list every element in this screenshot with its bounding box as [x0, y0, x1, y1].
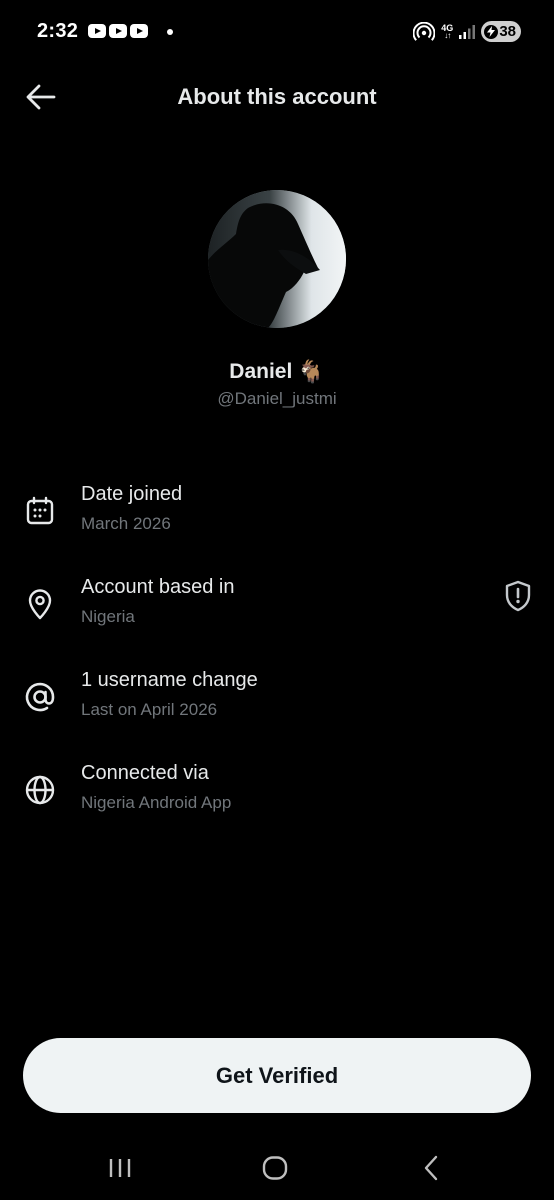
status-indicators: 4G ↓↑ 38 — [413, 21, 521, 42]
data-arrows-icon: ↓↑ — [444, 30, 451, 40]
avatar-silhouette — [208, 190, 346, 328]
network-type: 4G ↓↑ — [441, 23, 453, 40]
goat-emoji-icon: 🐐 — [297, 359, 325, 384]
info-item-account-location: Account based in Nigeria — [0, 569, 554, 662]
header: About this account — [0, 66, 554, 128]
page-title: About this account — [177, 84, 377, 109]
info-subtitle: Last on April 2026 — [81, 700, 218, 719]
shield-alert-icon[interactable] — [502, 579, 534, 613]
battery-level: 38 — [499, 23, 516, 40]
location-pin-icon — [23, 587, 57, 621]
info-subtitle: Nigeria — [81, 607, 135, 626]
info-title: Date joined — [81, 483, 183, 505]
username-handle: @Daniel_justmi — [217, 389, 337, 408]
display-name: Daniel — [229, 360, 293, 383]
battery-indicator: 38 — [481, 21, 521, 42]
info-title: Account based in — [81, 576, 235, 598]
youtube-icon — [109, 24, 127, 38]
display-name-row: Daniel 🐐 — [0, 360, 554, 384]
recents-icon — [109, 1159, 131, 1177]
youtube-icon — [130, 24, 148, 38]
status-bar: 2:32 4G ↓↑ 38 — [0, 0, 554, 66]
home-button[interactable] — [253, 1152, 297, 1184]
notification-icons — [88, 24, 148, 38]
notification-dot-icon — [167, 29, 173, 35]
status-time: 2:32 — [37, 20, 79, 42]
recents-button[interactable] — [98, 1152, 142, 1184]
youtube-icon — [88, 24, 106, 38]
info-title: 1 username change — [81, 669, 258, 691]
get-verified-button[interactable]: Get Verified — [23, 1038, 531, 1113]
system-back-button[interactable] — [409, 1152, 453, 1184]
battery-charging-icon — [484, 24, 499, 39]
info-title: Connected via — [81, 762, 209, 784]
calendar-icon — [23, 494, 57, 528]
avatar[interactable] — [208, 190, 346, 328]
account-info-list: Date joined March 2026 Account based in … — [0, 476, 554, 848]
system-nav-bar — [0, 1140, 554, 1200]
info-subtitle: March 2026 — [81, 514, 171, 533]
back-icon — [424, 1155, 438, 1181]
info-item-username-changes: 1 username change Last on April 2026 — [0, 662, 554, 755]
at-sign-icon — [23, 680, 57, 714]
signal-icon — [459, 24, 476, 39]
hotspot-icon — [413, 21, 436, 42]
info-item-date-joined: Date joined March 2026 — [0, 476, 554, 569]
globe-icon — [23, 773, 57, 807]
info-item-connected-via: Connected via Nigeria Android App — [0, 755, 554, 848]
info-subtitle: Nigeria Android App — [81, 793, 232, 812]
home-icon — [262, 1156, 288, 1180]
